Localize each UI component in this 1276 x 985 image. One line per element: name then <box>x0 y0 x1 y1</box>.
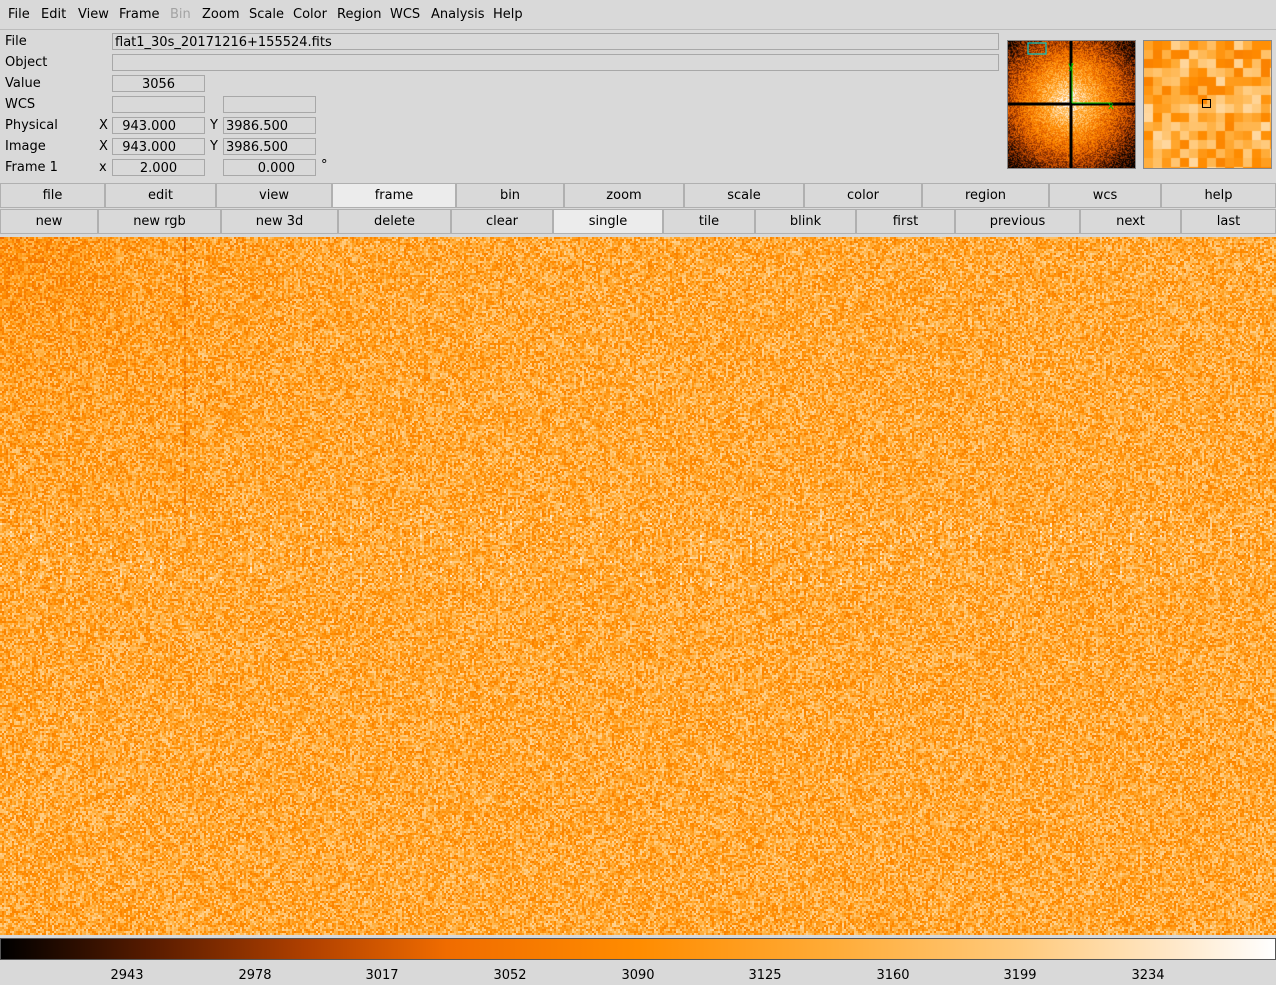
menubar: File Edit View Frame Bin Zoom Scale Colo… <box>0 0 1276 30</box>
magnifier-cursor-box <box>1202 99 1211 108</box>
menu-edit[interactable]: Edit <box>41 6 66 24</box>
menu-region[interactable]: Region <box>337 6 382 24</box>
menu-file[interactable]: File <box>8 6 30 24</box>
menu-color[interactable]: Color <box>293 6 327 24</box>
compass-y-label: y <box>1068 61 1074 72</box>
menu-scale[interactable]: Scale <box>249 6 284 24</box>
btn-zoom[interactable]: zoom <box>564 183 684 208</box>
value-field[interactable]: 3056 <box>112 75 205 92</box>
btn-edit[interactable]: edit <box>105 183 216 208</box>
physical-y-field[interactable]: 3986.500 <box>223 117 316 134</box>
btn-frame[interactable]: frame <box>332 183 456 208</box>
btn-last[interactable]: last <box>1181 209 1276 234</box>
menu-zoom[interactable]: Zoom <box>202 6 239 24</box>
btn-region[interactable]: region <box>922 183 1049 208</box>
image-x-field[interactable]: 943.000 <box>112 138 205 155</box>
colorbar-tick: 3017 <box>365 968 399 983</box>
btn-new-rgb[interactable]: new rgb <box>98 209 221 234</box>
menu-help[interactable]: Help <box>493 6 523 24</box>
btn-next[interactable]: next <box>1080 209 1181 234</box>
btn-bin[interactable]: bin <box>456 183 564 208</box>
physical-x-axis-label: X <box>99 118 108 133</box>
btn-blink[interactable]: blink <box>755 209 856 234</box>
wcs-y-field[interactable] <box>223 96 316 113</box>
btn-color[interactable]: color <box>804 183 922 208</box>
physical-y-axis-label: Y <box>210 118 218 133</box>
colorbar-tick: 3125 <box>748 968 782 983</box>
value-label: Value <box>5 76 41 91</box>
image-y-axis-label: Y <box>210 139 218 154</box>
image-y-field[interactable]: 3986.500 <box>223 138 316 155</box>
frame-axis-label: x <box>99 160 107 175</box>
frame-label: Frame 1 <box>5 160 58 175</box>
degree-symbol: ° <box>321 158 328 173</box>
image-label: Image <box>5 139 46 154</box>
btn-file[interactable]: file <box>0 183 105 208</box>
magnifier-view <box>1143 40 1272 169</box>
file-field[interactable]: flat1_30s_20171216+155524.fits <box>112 33 999 50</box>
menu-analysis[interactable]: Analysis <box>431 6 485 24</box>
colorbar-tick: 3199 <box>1003 968 1037 983</box>
wcs-label: WCS <box>5 97 36 112</box>
image-x-axis-label: X <box>99 139 108 154</box>
btn-previous[interactable]: previous <box>955 209 1080 234</box>
physical-x-field[interactable]: 943.000 <box>112 117 205 134</box>
btn-tile[interactable]: tile <box>663 209 755 234</box>
btn-view[interactable]: view <box>216 183 332 208</box>
btn-first[interactable]: first <box>856 209 955 234</box>
colorbar-tick: 2943 <box>110 968 144 983</box>
panner-view[interactable]: x y <box>1007 40 1136 169</box>
btn-new-3d[interactable]: new 3d <box>221 209 338 234</box>
panner-view-box[interactable] <box>1027 42 1047 55</box>
frame-angle-field[interactable]: 0.000 <box>223 159 316 176</box>
object-field[interactable] <box>112 54 999 71</box>
btn-new[interactable]: new <box>0 209 98 234</box>
btn-wcs[interactable]: wcs <box>1049 183 1161 208</box>
colorbar-tick: 3090 <box>621 968 655 983</box>
menu-bin: Bin <box>170 7 191 22</box>
btn-clear[interactable]: clear <box>451 209 553 234</box>
btn-scale[interactable]: scale <box>684 183 804 208</box>
menu-frame[interactable]: Frame <box>119 6 160 24</box>
panner-overlay: x y <box>1008 41 1135 168</box>
colorbar-tick: 3052 <box>493 968 527 983</box>
colorbar[interactable] <box>0 938 1276 960</box>
menu-wcs[interactable]: WCS <box>390 6 420 24</box>
frame-zoom-field[interactable]: 2.000 <box>112 159 205 176</box>
colorbar-tick: 2978 <box>238 968 272 983</box>
compass-x-label: x <box>1108 101 1114 112</box>
btn-delete[interactable]: delete <box>338 209 451 234</box>
object-label: Object <box>5 55 48 70</box>
menu-view[interactable]: View <box>78 6 109 24</box>
main-button-bar: file edit view frame bin zoom scale colo… <box>0 183 1276 208</box>
physical-label: Physical <box>5 118 58 133</box>
file-label: File <box>5 34 27 49</box>
btn-help[interactable]: help <box>1161 183 1276 208</box>
frame-button-bar: new new rgb new 3d delete clear single t… <box>0 209 1276 234</box>
colorbar-tick: 3234 <box>1131 968 1165 983</box>
image-display[interactable] <box>0 237 1276 935</box>
wcs-x-field[interactable] <box>112 96 205 113</box>
fits-image[interactable] <box>0 237 1276 935</box>
colorbar-tick: 3160 <box>876 968 910 983</box>
btn-single[interactable]: single <box>553 209 663 234</box>
